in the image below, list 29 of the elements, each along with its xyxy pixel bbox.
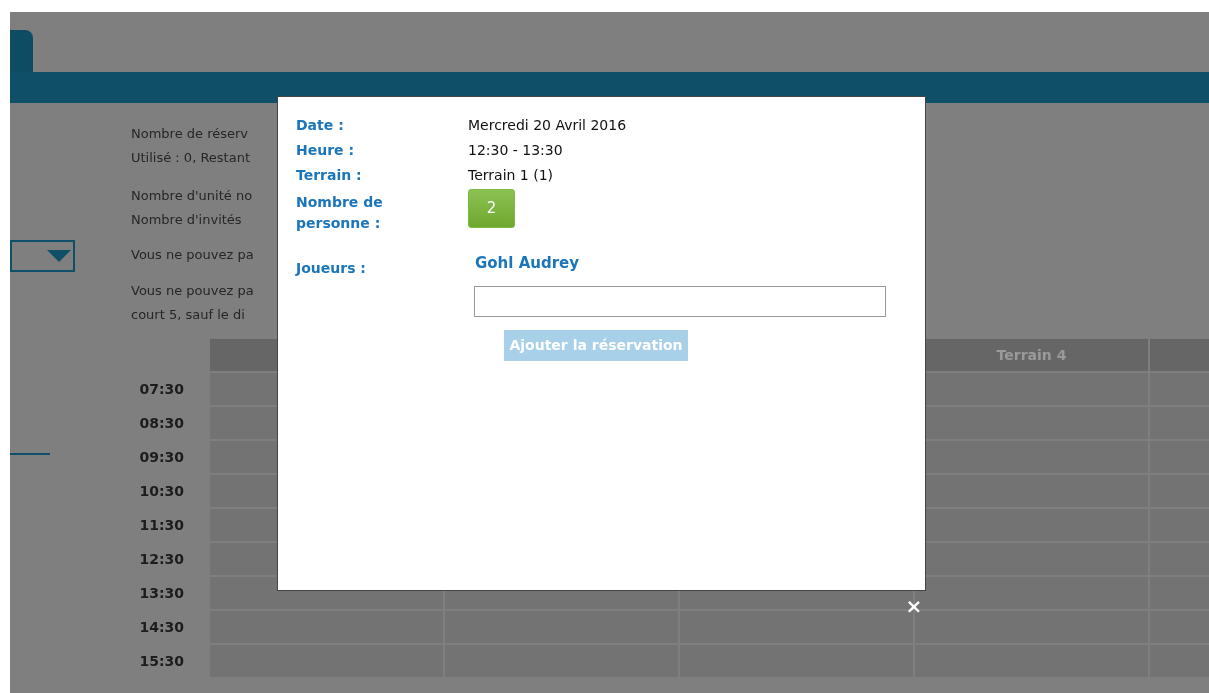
time-label: 07:30 (138, 380, 185, 399)
time-label: 12:30 (138, 550, 185, 569)
dropdown[interactable] (10, 240, 75, 272)
field-label: Nombre de personne : (296, 193, 384, 233)
time-label: 09:30 (138, 448, 185, 467)
tab[interactable] (10, 30, 33, 72)
field-value: Terrain 1 (1) (468, 166, 554, 185)
time-label: 14:30 (138, 618, 185, 637)
player-input-field[interactable] (474, 286, 886, 317)
info-text: Nombre de réserv Utilisé : 0, Restant (131, 125, 251, 167)
person-count-badge: 2 (468, 189, 515, 228)
field-label: Joueurs : (296, 259, 367, 278)
field-label: Terrain : (296, 166, 363, 185)
time-label: 15:30 (138, 652, 185, 671)
close-button[interactable]: × (905, 594, 923, 618)
info-text: Nombre d'unité no Nombre d'invités (131, 187, 253, 229)
field-label: Heure : (296, 141, 356, 160)
divider-line (10, 453, 50, 455)
field-label: Date : (296, 116, 345, 135)
time-label: 10:30 (138, 482, 185, 501)
time-label: 13:30 (138, 584, 185, 603)
player-name: Gohl Audrey (475, 253, 581, 273)
field-value: 12:30 - 13:30 (468, 141, 563, 160)
time-label: 08:30 (138, 414, 185, 433)
field-value: Mercredi 20 Avril 2016 (468, 116, 627, 135)
info-text: Vous ne pouvez pa court 5, sauf le di (131, 282, 254, 324)
time-label: 11:30 (138, 516, 185, 535)
info-text: Vous ne pouvez pa (131, 246, 254, 264)
caret-icon (47, 250, 71, 262)
